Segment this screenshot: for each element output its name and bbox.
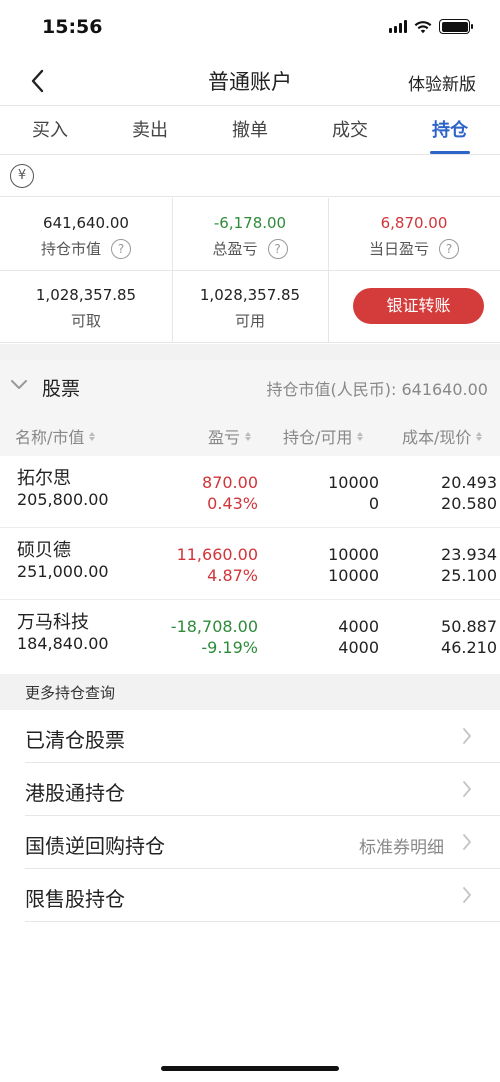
- col-cost-header[interactable]: 成本/现价: [402, 424, 483, 448]
- nav-bar: 普通账户 体验新版: [0, 56, 500, 106]
- stock-market-value: 251,000.00: [17, 562, 109, 581]
- tab-cancel[interactable]: 撤单: [200, 107, 300, 154]
- daily-pnl: 6,870.00: [380, 214, 448, 232]
- tab-deals[interactable]: 成交: [300, 107, 400, 154]
- home-indicator[interactable]: [161, 1066, 339, 1071]
- sort-icon: [89, 431, 96, 441]
- stock-pnl-pct: 0.43%: [207, 494, 258, 513]
- stock-position: 10000: [328, 473, 379, 492]
- available-value: 1,028,357.85: [199, 286, 301, 304]
- stocks-section-header[interactable]: 股票 持仓市值(人民币): 641640.00: [0, 360, 500, 412]
- tab-positions[interactable]: 持仓: [400, 107, 500, 154]
- available-cell: 1,028,357.85 可用: [172, 286, 328, 331]
- stock-pnl: 11,660.00: [176, 545, 258, 564]
- help-icon[interactable]: ?: [439, 238, 459, 259]
- stock-price: 20.580: [441, 494, 497, 513]
- new-version-button[interactable]: 体验新版: [408, 70, 476, 95]
- stock-price: 46.210: [441, 638, 497, 657]
- stock-cost: 50.887: [441, 617, 497, 636]
- tab-buy[interactable]: 买入: [0, 107, 100, 154]
- stock-name: 万马科技: [17, 612, 89, 633]
- stocks-total-value: 持仓市值(人民币): 641640.00: [266, 380, 489, 399]
- daily-pnl-cell: 6,870.00 当日盈亏?: [328, 214, 500, 259]
- menu-item-hk-connect[interactable]: 港股通持仓: [25, 763, 500, 816]
- stock-available: 10000: [328, 566, 379, 585]
- total-pnl: -6,178.00: [213, 214, 287, 232]
- daily-pnl-label: 当日盈亏: [368, 240, 429, 258]
- stock-pnl-pct: 4.87%: [207, 566, 258, 585]
- stock-available: 4000: [338, 638, 379, 657]
- stock-market-value: 184,840.00: [17, 634, 109, 653]
- right-chevron-icon: [463, 834, 471, 850]
- back-chevron-icon: [31, 69, 44, 93]
- withdrawable-label: 可取: [70, 312, 101, 330]
- stock-name: 硕贝德: [17, 540, 71, 561]
- signal-icon: [389, 20, 407, 33]
- help-icon[interactable]: ?: [267, 238, 288, 259]
- stock-pnl-pct: -9.19%: [201, 638, 258, 657]
- sort-icon: [245, 431, 252, 441]
- tab-sell[interactable]: 卖出: [100, 107, 200, 154]
- help-icon[interactable]: ?: [111, 238, 131, 259]
- more-queries-header: 更多持仓查询: [0, 674, 500, 710]
- menu-item-reverse-repo[interactable]: 国债逆回购持仓 标准券明细: [25, 816, 500, 869]
- collapse-chevron-icon: [11, 380, 27, 389]
- col-position-header[interactable]: 持仓/可用: [283, 424, 364, 448]
- col-pnl-header[interactable]: 盈亏: [208, 424, 252, 448]
- withdrawable-cell: 1,028,357.85 可取: [0, 286, 172, 331]
- wifi-icon: [414, 20, 432, 33]
- total-pnl-cell: -6,178.00 总盈亏?: [172, 214, 328, 259]
- stocks-title: 股票: [42, 378, 81, 400]
- stock-name: 拓尔思: [17, 468, 71, 489]
- market-value: 641,640.00: [43, 214, 129, 232]
- stock-pnl: -18,708.00: [170, 617, 258, 636]
- stock-available: 0: [368, 494, 379, 513]
- menu-item-cleared-stocks[interactable]: 已清仓股票: [25, 710, 500, 763]
- menu-item-restricted-shares[interactable]: 限售股持仓: [25, 869, 500, 922]
- status-icons: [389, 19, 473, 34]
- total-pnl-label: 总盈亏: [212, 240, 258, 258]
- standard-bond-detail-link[interactable]: 标准券明细: [359, 833, 444, 858]
- stock-cost: 20.493: [441, 473, 497, 492]
- positions-column-header: 名称/市值 盈亏 持仓/可用 成本/现价: [0, 412, 500, 456]
- table-row[interactable]: 拓尔思 205,800.00 870.00 0.43% 10000 0 20.493 2…: [0, 456, 500, 528]
- stock-pnl: 870.00: [202, 473, 258, 492]
- right-chevron-icon: [463, 781, 471, 797]
- account-summary: 641,640.00 持仓市值? -6,178.00 总盈亏? 6,870.00…: [0, 198, 500, 343]
- table-row[interactable]: 硕贝德 251,000.00 11,660.00 4.87% 10000 10000 …: [0, 528, 500, 600]
- more-queries-menu: 已清仓股票 港股通持仓 国债逆回购持仓 标准券明细 限售股持仓: [0, 710, 500, 922]
- col-name-header[interactable]: 名称/市值: [15, 424, 96, 448]
- stock-position: 4000: [338, 617, 379, 636]
- available-label: 可用: [234, 312, 265, 330]
- status-bar: 15:56: [0, 0, 500, 56]
- more-queries-title: 更多持仓查询: [25, 684, 116, 702]
- trade-tabs: 买入 卖出 撤单 成交 持仓: [0, 107, 500, 155]
- withdrawable-value: 1,028,357.85: [35, 286, 137, 304]
- stock-market-value: 205,800.00: [17, 490, 109, 509]
- right-chevron-icon: [463, 728, 471, 744]
- market-value-cell: 641,640.00 持仓市值?: [0, 214, 172, 259]
- battery-icon: [439, 19, 473, 34]
- section-gap: [0, 344, 500, 360]
- back-button[interactable]: [22, 66, 52, 96]
- market-value-label: 持仓市值: [40, 240, 101, 258]
- table-row[interactable]: 万马科技 184,840.00 -18,708.00 -9.19% 4000 4000…: [0, 600, 500, 672]
- status-time: 15:56: [42, 16, 103, 38]
- sort-icon: [357, 431, 364, 441]
- stock-cost: 23.934: [441, 545, 497, 564]
- positions-list: 拓尔思 205,800.00 870.00 0.43% 10000 0 20.493 2…: [0, 456, 500, 672]
- bank-transfer-button[interactable]: 银证转账: [353, 288, 484, 324]
- right-chevron-icon: [463, 887, 471, 903]
- sort-icon: [476, 431, 483, 441]
- stock-position: 10000: [328, 545, 379, 564]
- stock-price: 25.100: [441, 566, 497, 585]
- yuan-icon[interactable]: ¥: [10, 164, 34, 188]
- currency-row: ¥: [0, 156, 500, 197]
